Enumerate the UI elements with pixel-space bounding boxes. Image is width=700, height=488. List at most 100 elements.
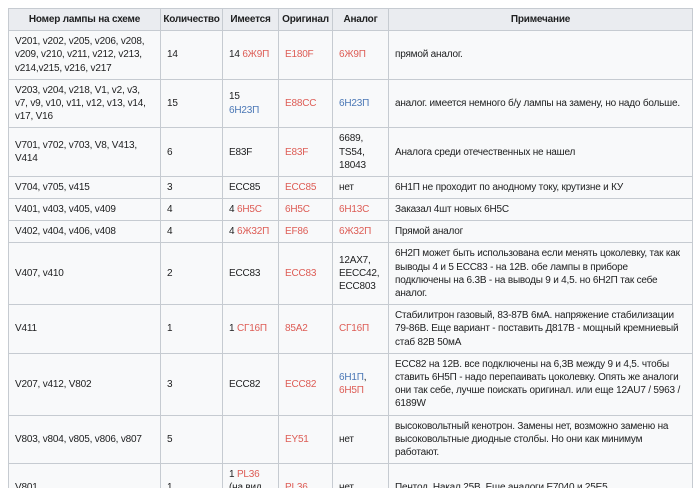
cell-text: (на вид новый) (229, 482, 262, 488)
original-cell: EY51 (279, 415, 333, 464)
analog-cell: нет (333, 415, 389, 464)
cell-text: 2 (167, 268, 172, 279)
header-original: Оригинал (279, 9, 333, 31)
red-wiki-link[interactable]: E83F (285, 147, 308, 158)
cell-text: 12AX7, EECC42, ECC803 (339, 255, 379, 292)
quantity-cell: 5 (161, 415, 223, 464)
blue-wiki-link[interactable]: 6Н1П (339, 372, 364, 383)
note-cell: высоковольтный кенотрон. Замены нет, воз… (389, 415, 693, 464)
note-cell: 6Н2П может быть использована если менять… (389, 243, 693, 305)
red-wiki-link[interactable]: 6Н13С (339, 204, 369, 215)
cell-text: 1 (167, 323, 172, 334)
available-cell: 4 6Н5С (223, 199, 279, 221)
cell-text: ЕСС82 на 12В. все подключены на 6,3В меж… (395, 359, 680, 410)
quantity-cell: 2 (161, 243, 223, 305)
lamp-numbers-cell: V203, v204, v218, V1, v2, v3, v7, v9, v1… (9, 79, 161, 128)
lamp-numbers-cell: V704, v705, v415 (9, 176, 161, 198)
cell-text: 1 (167, 482, 172, 488)
red-wiki-link[interactable]: 6Н5П (339, 385, 364, 396)
cell-text: V801 (15, 482, 38, 488)
header-note: Примечание (389, 9, 693, 31)
cell-text: 6Н2П может быть использована если менять… (395, 248, 680, 299)
lamp-numbers-cell: V803, v804, v805, v806, v807 (9, 415, 161, 464)
cell-text: V411 (15, 323, 37, 334)
cell-text: V207, v412, V802 (15, 379, 91, 390)
header-quantity: Количество (161, 9, 223, 31)
original-cell: 85A2 (279, 305, 333, 354)
note-cell: аналог. имеется немного б/у лампы на зам… (389, 79, 693, 128)
table-row: V201, v202, v205, v206, v208, v209, v210… (9, 31, 693, 80)
red-wiki-link[interactable]: E88CC (285, 98, 316, 109)
cell-text: ECC85 (229, 182, 260, 193)
blue-wiki-link[interactable]: 6Н23П (229, 105, 259, 116)
red-wiki-link[interactable]: 85A2 (285, 323, 308, 334)
red-wiki-link[interactable]: 6Ж9П (339, 49, 366, 60)
cell-text: V201, v202, v205, v206, v208, v209, v210… (15, 36, 144, 73)
header-available: Имеется (223, 9, 279, 31)
red-wiki-link[interactable]: 6Ж9П (242, 49, 269, 60)
red-wiki-link[interactable]: 6Ж32П (237, 226, 269, 237)
analog-cell: 12AX7, EECC42, ECC803 (333, 243, 389, 305)
red-wiki-link[interactable]: PL36 (237, 469, 260, 480)
cell-text: Заказал 4шт новых 6Н5С (395, 204, 509, 215)
table-row: V704, v705, v4153ECC85ECC85нет6Н1П не пр… (9, 176, 693, 198)
cell-text: 15 (167, 98, 178, 109)
cell-text: V704, v705, v415 (15, 182, 90, 193)
table-body: V201, v202, v205, v206, v208, v209, v210… (9, 31, 693, 488)
note-cell: Заказал 4шт новых 6Н5С (389, 199, 693, 221)
red-wiki-link[interactable]: СГ16П (237, 323, 267, 334)
quantity-cell: 1 (161, 305, 223, 354)
lamp-numbers-cell: V201, v202, v205, v206, v208, v209, v210… (9, 31, 161, 80)
cell-text: Пентод. Накал 25В. Еще аналоги E7040 и 2… (395, 482, 607, 488)
available-cell: 1 PL36 (на вид новый) (223, 464, 279, 488)
header-row: Номер лампы на схеме Количество Имеется … (9, 9, 693, 31)
cell-text: 6Н1П не проходит по анодному току, крути… (395, 182, 623, 193)
cell-text: V203, v204, v218, V1, v2, v3, v7, v9, v1… (15, 85, 146, 122)
original-cell: EF86 (279, 221, 333, 243)
cell-text: ECC82 (229, 379, 260, 390)
red-wiki-link[interactable]: ECC83 (285, 268, 316, 279)
available-cell: 1 СГ16П (223, 305, 279, 354)
red-wiki-link[interactable]: 6Н5С (285, 204, 310, 215)
cell-text: нет (339, 434, 354, 445)
available-cell: ECC83 (223, 243, 279, 305)
page: Номер лампы на схеме Количество Имеется … (0, 0, 700, 488)
red-wiki-link[interactable]: EY51 (285, 434, 309, 445)
red-wiki-link[interactable]: E180F (285, 49, 313, 60)
quantity-cell: 4 (161, 199, 223, 221)
cell-text: V803, v804, v805, v806, v807 (15, 434, 142, 445)
analog-cell: 6Ж32П (333, 221, 389, 243)
red-wiki-link[interactable]: 6Ж32П (339, 226, 371, 237)
analog-cell: нет (333, 176, 389, 198)
blue-wiki-link[interactable]: 6Н23П (339, 98, 369, 109)
header-analog: Аналог (333, 9, 389, 31)
available-cell: ECC82 (223, 353, 279, 415)
analog-cell: 6Ж9П (333, 31, 389, 80)
cell-text: 6 (167, 147, 172, 158)
cell-text: высоковольтный кенотрон. Замены нет, воз… (395, 421, 668, 458)
cell-text: 4 (167, 204, 172, 215)
available-cell: E83F (223, 128, 279, 177)
note-cell: Прямой аналог (389, 221, 693, 243)
red-wiki-link[interactable]: 6Н5С (237, 204, 262, 215)
note-cell: прямой аналог. (389, 31, 693, 80)
quantity-cell: 3 (161, 353, 223, 415)
table-row: V701, v702, v703, V8, V413, V4146E83FE83… (9, 128, 693, 177)
lamp-numbers-cell: V801 (9, 464, 161, 488)
table-row: V41111 СГ16П85A2СГ16ПСтабилитрон газовый… (9, 305, 693, 354)
lamp-numbers-cell: V401, v403, v405, v409 (9, 199, 161, 221)
cell-text: 4 (229, 226, 237, 237)
cell-text: 5 (167, 434, 172, 445)
red-wiki-link[interactable]: СГ16П (339, 323, 369, 334)
table-row: V803, v804, v805, v806, v807 5 EY51 нет высо… (9, 415, 693, 464)
red-wiki-link[interactable]: ECC85 (285, 182, 316, 193)
red-wiki-link[interactable]: PL36 (285, 482, 308, 488)
cell-text: 14 (167, 49, 178, 60)
cell-text: нет (339, 182, 354, 193)
cell-text: прямой аналог. (395, 49, 463, 60)
cell-text: 1 (229, 323, 237, 334)
red-wiki-link[interactable]: ECC82 (285, 379, 316, 390)
available-cell: 14 6Ж9П (223, 31, 279, 80)
red-wiki-link[interactable]: EF86 (285, 226, 308, 237)
available-cell (223, 415, 279, 464)
